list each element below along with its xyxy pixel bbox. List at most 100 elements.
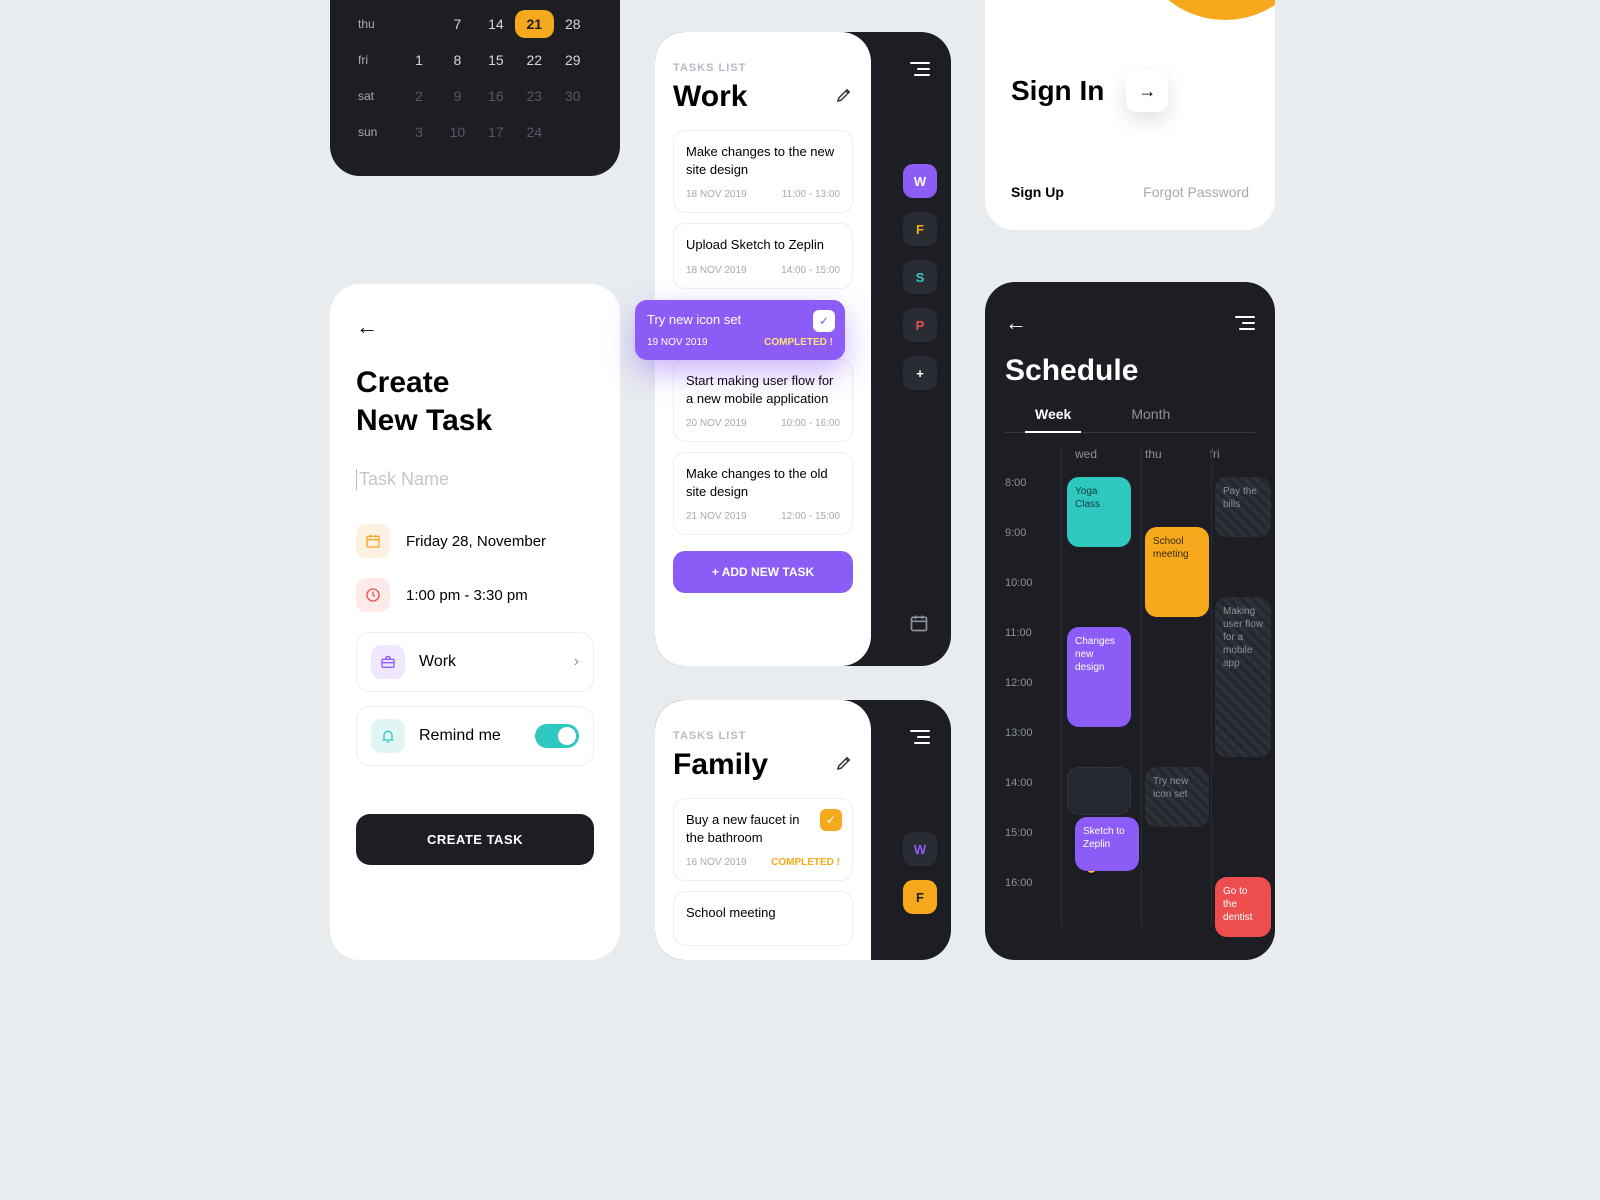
cal-cell[interactable]: 30 bbox=[554, 88, 592, 104]
create-task-panel: ← CreateNew Task Task Name Friday 28, No… bbox=[330, 284, 620, 960]
sidebar-item-work[interactable]: W bbox=[903, 164, 937, 198]
event-flow[interactable]: Making user flow for a mobile app bbox=[1215, 597, 1271, 757]
remind-label: Remind me bbox=[419, 727, 501, 745]
task-date: 16 NOV 2019 bbox=[686, 857, 747, 868]
remind-toggle[interactable] bbox=[535, 724, 579, 748]
task-card[interactable]: Make changes to the old site design 21 N… bbox=[673, 452, 853, 535]
decorative-circle bbox=[1135, 0, 1275, 20]
list-title: Family bbox=[673, 748, 768, 782]
sidebar-item-work[interactable]: W bbox=[903, 832, 937, 866]
event-yoga[interactable]: Yoga Class bbox=[1067, 477, 1131, 547]
task-card-completed[interactable]: Try new icon set ✓ 19 NOV 2019COMPLETED … bbox=[635, 300, 845, 360]
cal-cell[interactable]: 17 bbox=[477, 124, 515, 140]
signin-title: Sign In bbox=[1011, 75, 1104, 107]
cal-cell[interactable]: 10 bbox=[438, 124, 476, 140]
cal-cell[interactable]: 29 bbox=[554, 52, 592, 68]
calendar-icon[interactable] bbox=[909, 613, 929, 638]
hour-label: 10:00 bbox=[1005, 577, 1033, 589]
schedule-panel: ← Schedule Week Month wed thu fri 8:00 9… bbox=[985, 282, 1275, 960]
cal-cell[interactable]: 28 bbox=[554, 16, 592, 32]
cal-cell[interactable]: 23 bbox=[515, 88, 553, 104]
cal-cell[interactable]: 24 bbox=[515, 124, 553, 140]
task-date: 19 NOV 2019 bbox=[647, 337, 708, 348]
cal-row-sat: sat 2 9 16 23 30 bbox=[358, 78, 592, 114]
task-name-input[interactable]: Task Name bbox=[356, 469, 594, 490]
schedule-grid: wed thu fri 8:00 9:00 10:00 11:00 12:00 … bbox=[1005, 447, 1255, 927]
signup-link[interactable]: Sign Up bbox=[1011, 184, 1064, 200]
cal-cell-selected[interactable]: 21 bbox=[515, 10, 553, 38]
cal-cell[interactable]: 9 bbox=[438, 88, 476, 104]
task-date: 21 NOV 2019 bbox=[686, 511, 747, 522]
calendar-icon bbox=[356, 524, 390, 558]
task-card[interactable]: Make changes to the new site design 18 N… bbox=[673, 130, 853, 213]
cal-cell[interactable]: 16 bbox=[477, 88, 515, 104]
event-placeholder[interactable] bbox=[1067, 767, 1131, 815]
task-card[interactable]: School meeting bbox=[673, 891, 853, 945]
event-school[interactable]: School meeting bbox=[1145, 527, 1209, 617]
time-row[interactable]: 1:00 pm - 3:30 pm bbox=[356, 578, 594, 612]
date-row[interactable]: Friday 28, November bbox=[356, 524, 594, 558]
create-task-button[interactable]: CREATE TASK bbox=[356, 814, 594, 865]
cal-cell[interactable]: 8 bbox=[438, 52, 476, 68]
day-label: fri bbox=[358, 53, 400, 67]
day-header: wed bbox=[1075, 447, 1097, 461]
task-title: Upload Sketch to Zeplin bbox=[686, 236, 840, 254]
hour-label: 11:00 bbox=[1005, 627, 1033, 639]
back-arrow-icon[interactable]: ← bbox=[356, 314, 594, 340]
back-arrow-icon[interactable]: ← bbox=[1005, 310, 1027, 336]
edit-icon[interactable] bbox=[835, 86, 853, 109]
sidebar-item-family[interactable]: F bbox=[903, 212, 937, 246]
section-label: TASKS LIST bbox=[673, 730, 853, 742]
day-label: sun bbox=[358, 125, 400, 139]
tab-week[interactable]: Week bbox=[1035, 406, 1071, 422]
cal-cell[interactable]: 1 bbox=[400, 52, 438, 68]
sidebar-item-personal[interactable]: P bbox=[903, 308, 937, 342]
task-card[interactable]: Upload Sketch to Zeplin 18 NOV 201914:00… bbox=[673, 223, 853, 288]
add-task-button[interactable]: + ADD NEW TASK bbox=[673, 551, 853, 593]
task-card-completed[interactable]: Buy a new faucet in the bathroom ✓ 16 NO… bbox=[673, 798, 853, 881]
list-title: Work bbox=[673, 80, 747, 114]
hour-label: 8:00 bbox=[1005, 477, 1033, 489]
sidebar-add-button[interactable]: + bbox=[903, 356, 937, 390]
bell-icon bbox=[371, 719, 405, 753]
event-changes[interactable]: Changes new design bbox=[1067, 627, 1131, 727]
cal-cell[interactable]: 7 bbox=[438, 16, 476, 32]
calendar-panel: wed 6 13 20 27 thu 7 14 21 28 fri 1 8 15… bbox=[330, 0, 620, 176]
task-title: Make changes to the old site design bbox=[686, 465, 840, 501]
task-title: Buy a new faucet in the bathroom bbox=[686, 811, 840, 847]
task-time: 12:00 - 15:00 bbox=[781, 511, 840, 522]
cal-cell[interactable]: 3 bbox=[400, 124, 438, 140]
date-value: Friday 28, November bbox=[406, 533, 546, 550]
hour-label: 15:00 bbox=[1005, 827, 1033, 839]
work-list-panel: TASKS LIST Work Make changes to the new … bbox=[655, 32, 951, 666]
task-title: Try new icon set bbox=[647, 312, 833, 327]
sidebar-item-sport[interactable]: S bbox=[903, 260, 937, 294]
task-status: COMPLETED ! bbox=[764, 337, 833, 348]
signin-button[interactable]: → bbox=[1126, 70, 1168, 112]
menu-icon[interactable] bbox=[910, 62, 930, 76]
task-card[interactable]: Start making user flow for a new mobile … bbox=[673, 359, 853, 442]
page-title: CreateNew Task bbox=[356, 364, 594, 439]
cal-cell[interactable]: 15 bbox=[477, 52, 515, 68]
event-icons[interactable]: Try new icon set bbox=[1145, 767, 1209, 827]
menu-icon[interactable] bbox=[1235, 316, 1255, 330]
event-sketch[interactable]: Sketch to Zeplin bbox=[1075, 817, 1139, 871]
event-dentist[interactable]: Go to the dentist bbox=[1215, 877, 1271, 937]
cal-cell[interactable]: 22 bbox=[515, 52, 553, 68]
event-bills[interactable]: Pay the bills bbox=[1215, 477, 1271, 537]
day-label: thu bbox=[358, 17, 400, 31]
chevron-right-icon: › bbox=[574, 653, 579, 671]
category-row[interactable]: Work › bbox=[356, 632, 594, 692]
hour-label: 12:00 bbox=[1005, 677, 1033, 689]
edit-icon[interactable] bbox=[835, 754, 853, 777]
cal-row-thu: thu 7 14 21 28 bbox=[358, 6, 592, 42]
time-value: 1:00 pm - 3:30 pm bbox=[406, 587, 528, 604]
tab-month[interactable]: Month bbox=[1131, 406, 1170, 422]
forgot-password-link[interactable]: Forgot Password bbox=[1143, 184, 1249, 200]
cal-cell[interactable]: 14 bbox=[477, 16, 515, 32]
hour-label: 14:00 bbox=[1005, 777, 1033, 789]
sidebar-item-family[interactable]: F bbox=[903, 880, 937, 914]
menu-icon[interactable] bbox=[910, 730, 930, 744]
task-date: 18 NOV 2019 bbox=[686, 189, 747, 200]
cal-cell[interactable]: 2 bbox=[400, 88, 438, 104]
